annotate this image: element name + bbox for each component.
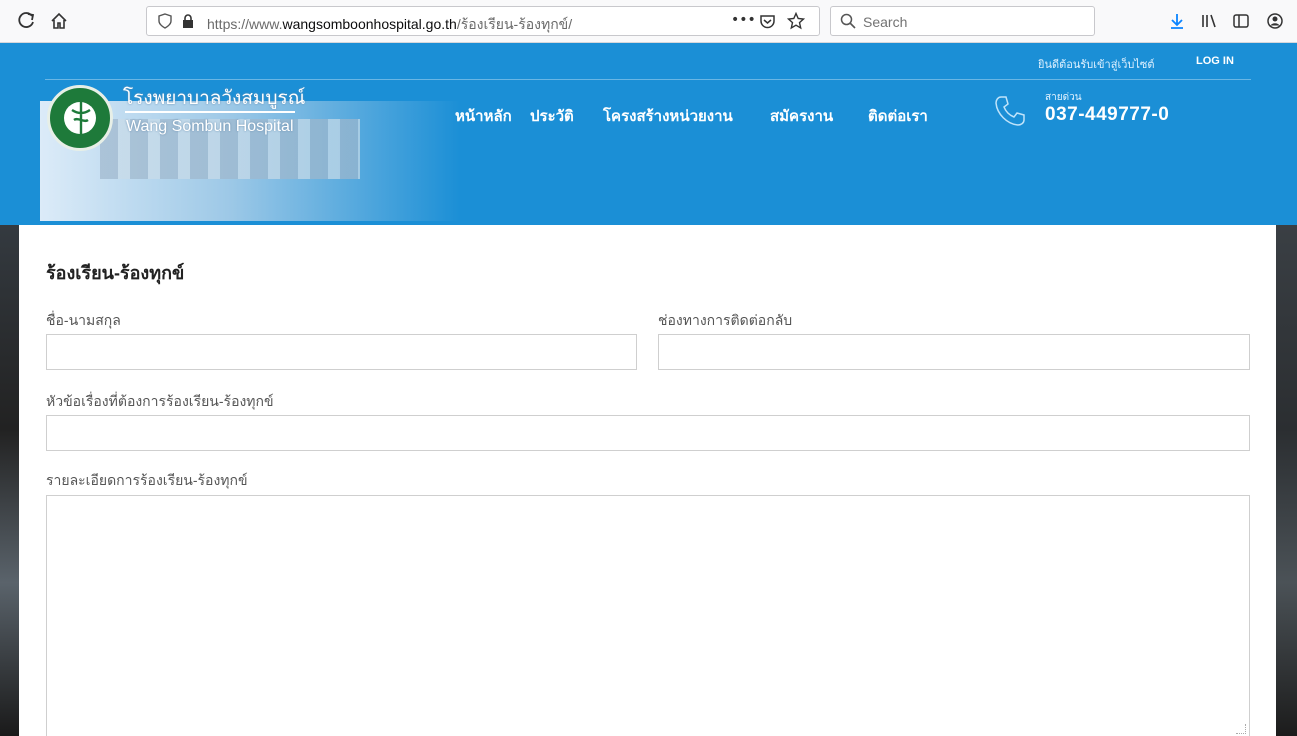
nav-home[interactable]: หน้าหลัก [455,104,512,128]
contact-label: ช่องทางการติดต่อกลับ [658,312,793,328]
subject-label: หัวข้อเรื่องที่ต้องการร้องเรียน-ร้องทุกข… [46,393,274,409]
logo-divider [125,111,295,113]
sidebar-icon[interactable] [1228,8,1254,34]
tracking-shield-icon[interactable] [157,13,173,33]
contact-input[interactable] [658,334,1250,370]
detail-textarea[interactable] [46,495,1250,736]
phone-icon [993,94,1027,128]
textarea-resize-handle[interactable] [1236,724,1246,734]
welcome-text: ยินดีต้อนรับเข้าสู่เว็บไซต์ [1038,59,1155,71]
login-link[interactable]: LOG IN [1196,55,1234,67]
subject-input[interactable] [46,415,1250,451]
nav-history[interactable]: ประวัติ [530,104,574,128]
pocket-icon[interactable] [759,13,776,34]
url-text[interactable]: https://www.wangsomboonhospital.go.th/ร้… [207,14,572,36]
hotline-number[interactable]: 037-449777-0 [1045,104,1169,126]
page-actions-button[interactable]: ••• [731,12,756,28]
name-label: ชื่อ-นามสกุล [46,312,121,328]
reload-icon[interactable] [14,8,40,34]
hospital-name-thai[interactable]: โรงพยาบาลวังสมบูรณ์ [123,83,305,113]
browser-toolbar: https://www.wangsomboonhospital.go.th/ร้… [0,0,1297,43]
background-right [1276,225,1297,736]
library-icon[interactable] [1196,8,1222,34]
hotline-label: สายด่วน [1045,92,1082,103]
url-path: /ร้องเรียน-ร้องทุกข์/ [456,16,573,32]
url-domain: wangsomboonhospital.go.th [282,16,457,32]
lock-icon[interactable] [180,13,196,33]
search-bar[interactable]: Search [830,6,1095,36]
nav-structure[interactable]: โครงสร้างหน่วยงาน [603,104,733,128]
home-icon[interactable] [46,8,72,34]
url-prefix: https://www. [207,16,283,32]
detail-label: รายละเอียดการร้องเรียน-ร้องทุกข์ [46,472,248,488]
name-input[interactable] [46,334,637,370]
site-header: ยินดีต้อนรับเข้าสู่เว็บไซต์ LOG IN โรงพย… [0,43,1297,225]
bookmark-star-icon[interactable] [786,11,806,34]
header-divider [45,79,1251,80]
search-icon [840,13,856,33]
account-icon[interactable] [1262,8,1288,34]
download-icon[interactable] [1164,8,1190,34]
search-placeholder: Search [863,14,908,30]
background-left [0,225,19,736]
ministry-seal-logo[interactable] [47,85,113,151]
nav-jobs[interactable]: สมัครงาน [770,104,833,128]
nav-contact[interactable]: ติดต่อเรา [868,104,928,128]
hospital-name-english[interactable]: Wang Sombun Hospital [126,118,294,136]
page-title: ร้องเรียน-ร้องทุกข์ [46,263,185,283]
url-bar[interactable]: https://www.wangsomboonhospital.go.th/ร้… [146,6,820,36]
